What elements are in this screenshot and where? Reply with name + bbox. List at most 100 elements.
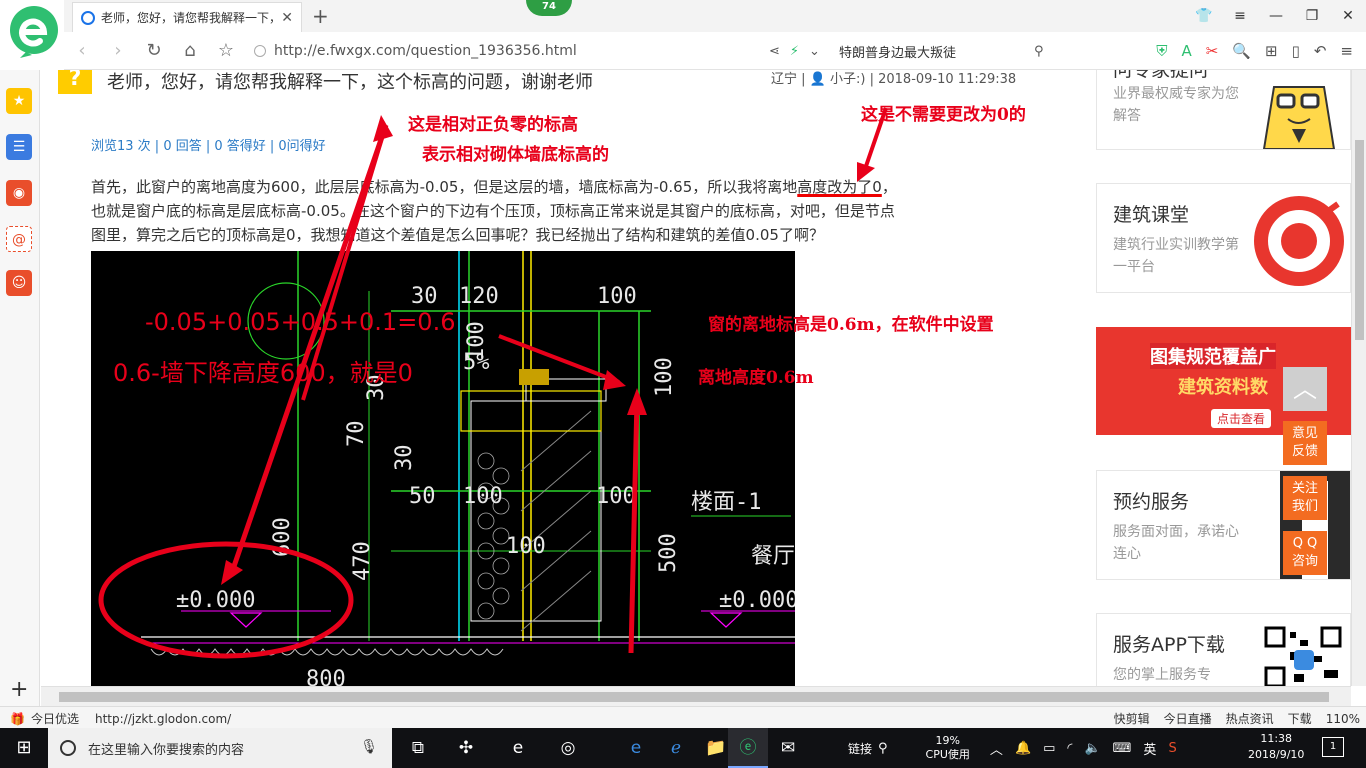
left-sidebar: ★ ☰ ◉ @ ☺ + xyxy=(0,70,40,706)
card-app-download[interactable]: 服务APP下载 您的掌上服务专 xyxy=(1096,613,1351,686)
qr-code-icon[interactable] xyxy=(1264,626,1344,686)
mail-app-icon[interactable]: ✉ xyxy=(768,728,808,768)
card-subtitle: 您的掌上服务专 xyxy=(1113,667,1211,683)
arrow-head-3 xyxy=(857,162,875,182)
ime-indicator[interactable]: 英 xyxy=(1143,739,1156,758)
cortana-icon xyxy=(60,740,76,756)
page-content: ? 老师，您好，请您帮我解释一下，这个标高的问题，谢谢老师 辽宁 | 👤 小子:… xyxy=(41,70,1351,686)
new-tab-button[interactable]: + xyxy=(312,4,329,28)
close-window-button[interactable]: ✕ xyxy=(1330,8,1366,24)
arrow-line-5 xyxy=(628,399,640,654)
feedback-button[interactable]: 意见反馈 xyxy=(1283,421,1327,465)
forward-button[interactable]: › xyxy=(100,40,136,61)
magnifier-icon[interactable]: 🔍 xyxy=(1232,42,1251,60)
windows-taskbar: ⊞ 在这里输入你要搜索的内容 🎙 ⧉ ✣ e ◎ e ℯ 📁 ⓔ ✉ 链接 ⚲ … xyxy=(0,728,1366,768)
chevron-up-icon[interactable]: ︿ xyxy=(990,739,1003,758)
card-ask-expert[interactable]: 问专家提问 业界最权威专家为您解答 xyxy=(1096,70,1351,150)
taskbar-search-placeholder: 在这里输入你要搜索的内容 xyxy=(88,742,245,758)
banner-cta[interactable]: 点击查看 xyxy=(1211,409,1272,428)
search-hint[interactable]: 特朗普身边最大叛徒 xyxy=(839,42,1029,61)
news-link[interactable]: 热点资讯 xyxy=(1226,710,1274,727)
minimize-button[interactable]: — xyxy=(1258,8,1294,24)
card-title: 问专家提问 xyxy=(1113,70,1209,81)
horizontal-scrollbar[interactable] xyxy=(41,686,1351,706)
ie-favicon-icon xyxy=(81,10,95,25)
zoom-level[interactable]: 110% xyxy=(1326,712,1360,726)
shield-icon[interactable]: ⛨ xyxy=(1156,42,1167,60)
search-icon[interactable]: ⚲ xyxy=(1034,44,1044,59)
translate-icon[interactable]: A xyxy=(1181,42,1191,60)
360-browser-icon[interactable]: ⓔ xyxy=(728,728,768,768)
tab-question[interactable]: 老师，您好，请您帮我解释一下， ✕ xyxy=(72,2,302,32)
restore-button[interactable]: ❐ xyxy=(1294,8,1330,24)
reading-list-icon[interactable]: ☰ xyxy=(6,134,32,160)
download-link[interactable]: 下载 xyxy=(1288,710,1312,727)
edge-app-icon[interactable]: e xyxy=(616,728,656,768)
favorites-star-icon[interactable]: ★ xyxy=(6,88,32,114)
card-subtitle: 建筑行业实训教学第一平台 xyxy=(1113,237,1239,275)
game-icon[interactable]: ☺ xyxy=(6,270,32,296)
annotation-relative-zero: 这是相对正负零的标高 xyxy=(408,115,578,135)
volume-icon[interactable]: 🔈 xyxy=(1084,741,1100,756)
favorite-star-button[interactable]: ☆ xyxy=(208,40,244,61)
arrow-head-5 xyxy=(627,388,647,415)
address-bar[interactable]: http://e.fwxgx.com/question_1936356.html xyxy=(254,38,734,64)
clock[interactable]: 11:38 2018/9/10 xyxy=(1248,731,1304,763)
gift-icon: 🎁 xyxy=(10,711,25,726)
internet-explorer-icon[interactable]: ℯ xyxy=(656,728,696,768)
taskbar-search-box[interactable]: 在这里输入你要搜索的内容 🎙 xyxy=(48,728,392,768)
live-link[interactable]: 今日直播 xyxy=(1164,710,1212,727)
follow-us-button[interactable]: 关注我们 xyxy=(1283,476,1327,520)
card-title: 预约服务 xyxy=(1113,491,1190,513)
menu-icon[interactable]: ≡ xyxy=(1222,8,1258,24)
email-icon[interactable]: @ xyxy=(6,226,32,252)
arrow-head-4 xyxy=(603,370,626,390)
card-building-class[interactable]: 建筑课堂 建筑行业实训教学第一平台 xyxy=(1096,183,1351,293)
notification-center-icon[interactable]: 1 xyxy=(1322,737,1344,757)
back-to-top-button[interactable]: ︿ xyxy=(1283,367,1327,411)
add-sidebar-item-icon[interactable]: + xyxy=(10,677,28,702)
wifi-icon[interactable]: ◜ xyxy=(1067,741,1072,756)
tray-link-label[interactable]: 链接 xyxy=(848,740,872,757)
vertical-scrollbar[interactable] xyxy=(1351,70,1366,686)
annotation-wall-bottom: 表示相对砌体墙底标高的 xyxy=(422,145,609,165)
today-picks-link[interactable]: 今日优选 xyxy=(31,710,79,727)
horizontal-scroll-thumb[interactable] xyxy=(59,692,1329,702)
home-button[interactable]: ⌂ xyxy=(172,40,208,61)
windows-start-icon[interactable]: ⊞ xyxy=(0,728,48,768)
annotation-window-height: 窗的离地标高是0.6m，在软件中设置 xyxy=(708,315,994,335)
update-badge[interactable]: 74 xyxy=(526,0,572,16)
pinwheel-app-icon[interactable]: ✣ xyxy=(446,728,486,768)
weibo-icon[interactable]: ◉ xyxy=(6,180,32,206)
ie-app-icon[interactable]: e xyxy=(498,728,538,768)
swirl-app-icon[interactable]: ◎ xyxy=(548,728,588,768)
tab-close-icon[interactable]: ✕ xyxy=(281,10,293,26)
shirt-icon[interactable]: 👕 xyxy=(1186,8,1222,24)
scissors-icon[interactable]: ✂ xyxy=(1206,42,1219,60)
quick-edit-link[interactable]: 快剪辑 xyxy=(1114,710,1150,727)
bell-icon[interactable]: 🔔 xyxy=(1015,741,1031,756)
phone-icon[interactable]: ▯ xyxy=(1292,42,1300,60)
refresh-button[interactable]: ↻ xyxy=(136,40,172,61)
keyboard-icon[interactable]: ⌨ xyxy=(1113,741,1132,756)
dropdown-chevron-icon[interactable]: ⌄ xyxy=(809,44,820,59)
qq-consult-button[interactable]: Q Q咨询 xyxy=(1283,531,1327,575)
card-title: 建筑课堂 xyxy=(1113,204,1190,226)
vertical-scroll-thumb[interactable] xyxy=(1355,140,1364,340)
browser-logo[interactable] xyxy=(8,4,60,60)
back-button[interactable]: ‹ xyxy=(64,40,100,61)
task-view-icon[interactable]: ⧉ xyxy=(398,728,438,768)
lightning-icon[interactable]: ⚡ xyxy=(790,44,799,59)
cpu-usage[interactable]: 19% CPU使用 xyxy=(926,734,970,762)
apps-icon[interactable]: ⊞ xyxy=(1265,42,1278,60)
share-icon[interactable]: ⋖ xyxy=(769,44,780,59)
undo-icon[interactable]: ↶ xyxy=(1314,42,1327,60)
globe-icon xyxy=(254,45,266,57)
sogou-input-icon[interactable]: S xyxy=(1168,741,1176,756)
more-menu-icon[interactable]: ≡ xyxy=(1340,42,1353,60)
battery-icon[interactable]: ▭ xyxy=(1043,741,1055,756)
microphone-icon[interactable]: 🎙 xyxy=(360,739,378,755)
people-icon[interactable]: ⚲ xyxy=(878,741,888,756)
status-url: http://jzkt.glodon.com/ xyxy=(94,711,232,726)
url-text: http://e.fwxgx.com/question_1936356.html xyxy=(274,43,577,59)
